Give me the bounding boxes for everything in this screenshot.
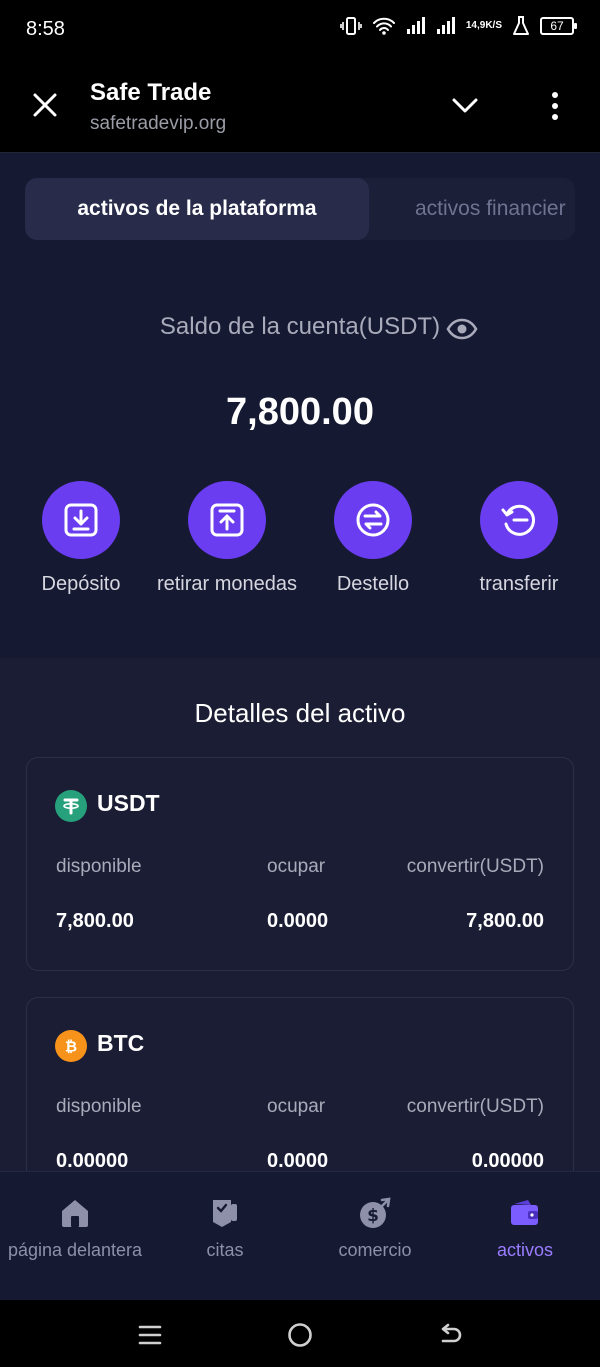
balance-label: Saldo de la cuenta(USDT) (159, 313, 441, 340)
signal-icon-2 (436, 17, 456, 35)
site-title: Safe Trade (90, 79, 212, 106)
nav-item-home[interactable]: página delantera (0, 1172, 150, 1301)
deposit-label: Depósito (41, 573, 121, 595)
transfer-icon (480, 481, 558, 559)
coin-name: USDT (97, 790, 160, 816)
bitcoin-icon: ₿ (55, 1030, 87, 1062)
asset-card-usdt[interactable]: USDT disponible ocupar convertir(USDT) 7… (26, 757, 574, 971)
recents-button[interactable] (135, 1320, 165, 1350)
action-buttons: Depósito retirar monedas Destello transf… (0, 481, 600, 631)
transfer-label: transferir (479, 573, 559, 595)
tether-icon (55, 790, 87, 822)
menu-icon (138, 1325, 162, 1345)
site-url: safetradevip.org (90, 113, 227, 134)
asset-card-btc[interactable]: ₿ BTC disponible ocupar convertir(USDT) … (26, 997, 574, 1171)
value-occupied: 0.0000 (267, 1150, 329, 1171)
value-available: 7,800.00 (56, 910, 134, 932)
wifi-icon (372, 16, 396, 36)
home-button[interactable] (285, 1320, 315, 1350)
kebab-dot (552, 92, 558, 98)
header-available: disponible (56, 1096, 142, 1117)
swap-label: Destello (336, 573, 410, 595)
vibrate-icon (340, 16, 362, 36)
expand-button[interactable] (448, 92, 482, 120)
header-available: disponible (56, 856, 142, 877)
svg-text:₿: ₿ (65, 1038, 77, 1056)
balance-label-row: Saldo de la cuenta(USDT) (0, 313, 600, 341)
nav-item-trade[interactable]: $ comercio (300, 1172, 450, 1301)
nav-label: página delantera (7, 1240, 143, 1260)
header-occupied: ocupar (267, 856, 326, 877)
signal-icon (406, 17, 426, 35)
deposit-icon (42, 481, 120, 559)
details-title: Detalles del activo (194, 698, 406, 728)
value-convert: 7,800.00 (466, 910, 544, 932)
deposit-button[interactable]: Depósito (6, 481, 156, 598)
status-bar: 8:58 14,9 K/S 67 (0, 0, 600, 60)
withdraw-label: retirar monedas (156, 573, 298, 595)
withdraw-button[interactable]: retirar monedas (152, 481, 302, 598)
header-occupied: ocupar (267, 1096, 326, 1117)
header-convert: convertir(USDT) (406, 856, 544, 877)
transfer-button[interactable]: transferir (444, 481, 594, 598)
back-icon (441, 1323, 462, 1343)
wallet-icon (508, 1196, 542, 1230)
svg-text:$: $ (367, 1206, 379, 1226)
chevron-down-icon (452, 98, 478, 113)
trade-icon: $ (358, 1196, 392, 1230)
swap-button[interactable]: Destello (298, 481, 448, 598)
balance-section: activos de la plataforma activos financi… (0, 153, 600, 658)
home-icon (58, 1196, 92, 1230)
header-convert: convertir(USDT) (406, 1096, 544, 1117)
nav-label: citas (206, 1240, 244, 1260)
flask-icon (512, 16, 530, 36)
kebab-dot (552, 114, 558, 120)
net-speed: 14,9 K/S (466, 21, 502, 31)
swap-icon (334, 481, 412, 559)
nav-item-quotes[interactable]: citas (150, 1172, 300, 1301)
tab-financial-assets[interactable]: activos financier (415, 178, 566, 240)
balance-value: 7,800.00 (226, 391, 374, 433)
net-speed-unit: K/S (485, 20, 502, 31)
status-time: 8:58 (26, 18, 65, 40)
browser-header: Safe Trade safetradevip.org (0, 60, 600, 153)
back-button[interactable] (435, 1320, 465, 1350)
nav-item-assets[interactable]: activos (450, 1172, 600, 1301)
nav-label: comercio (338, 1240, 412, 1260)
circle-icon (288, 1323, 312, 1347)
asset-tabs: activos de la plataforma activos financi… (25, 178, 575, 240)
nav-label: activos (496, 1240, 554, 1260)
value-available: 0.00000 (56, 1150, 129, 1171)
battery-icon: 67 (540, 17, 577, 35)
app-content: activos de la plataforma activos financi… (0, 153, 600, 1171)
system-nav (0, 1300, 600, 1367)
value-occupied: 0.0000 (267, 910, 329, 932)
bottom-nav: página delantera citas $ comercio activo… (0, 1171, 600, 1300)
close-icon (33, 93, 57, 117)
quotes-icon (208, 1196, 242, 1230)
net-speed-value: 14,9 (465, 20, 486, 31)
status-icons: 14,9 K/S 67 (340, 16, 577, 36)
coin-name: BTC (97, 1030, 145, 1056)
kebab-dot (552, 103, 558, 109)
tab-platform-assets[interactable]: activos de la plataforma (25, 178, 369, 240)
withdraw-icon (188, 481, 266, 559)
more-menu-button[interactable] (540, 88, 570, 124)
close-button[interactable] (28, 88, 62, 122)
eye-icon[interactable] (446, 317, 478, 341)
value-convert: 0.00000 (471, 1150, 544, 1171)
